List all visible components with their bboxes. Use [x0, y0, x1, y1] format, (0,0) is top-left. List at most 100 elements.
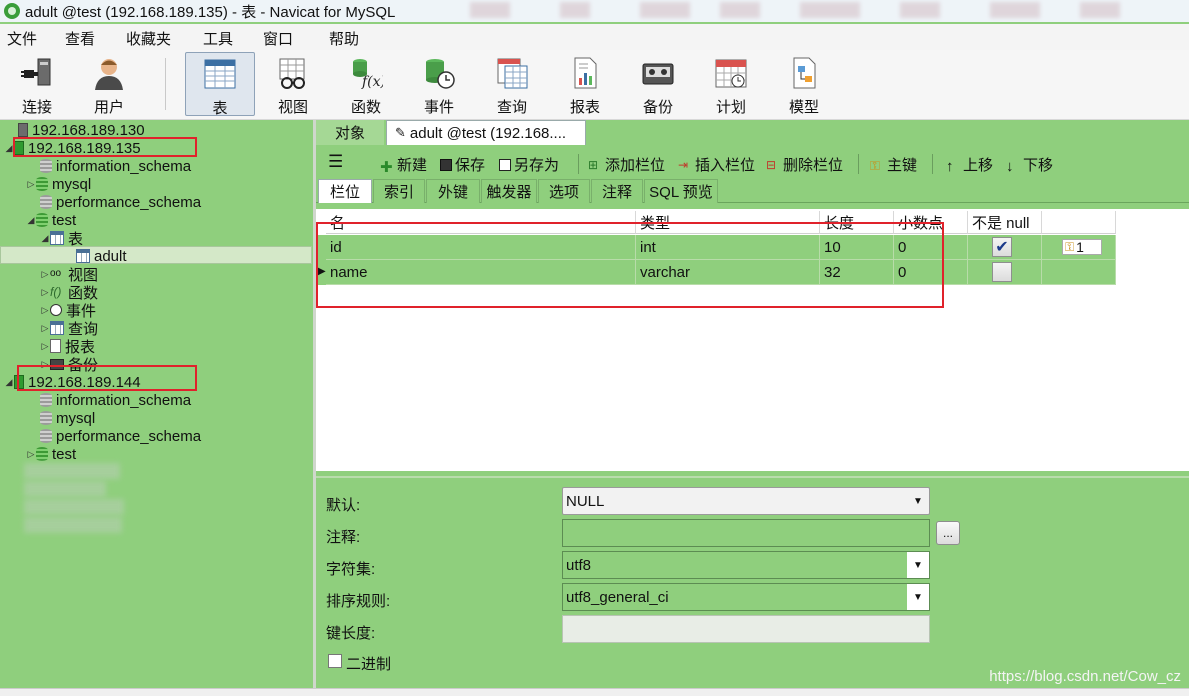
annotation-highlight [13, 137, 197, 157]
tab-comment[interactable]: 注释 [591, 179, 643, 203]
tab-foreign-keys[interactable]: 外键 [426, 179, 480, 203]
user-button[interactable]: 用户 [74, 52, 144, 116]
tree-queries-node[interactable]: ▷ 查询 [40, 319, 98, 338]
tree-db-mysql[interactable]: mysql [30, 409, 95, 427]
database-icon [40, 429, 52, 443]
expanded-arrow-icon[interactable]: ◢ [26, 215, 36, 226]
query-icon [494, 56, 530, 90]
collapsed-arrow-icon[interactable]: ▷ [40, 323, 50, 334]
default-value: NULL [566, 492, 605, 510]
clock-icon [50, 304, 62, 316]
charset-label: 字符集: [326, 561, 376, 578]
menu-help[interactable]: 帮助 [329, 28, 359, 49]
blurred-region [990, 2, 1040, 18]
tree-db-test[interactable]: ▷ test [26, 445, 77, 463]
tree-db-test[interactable]: ◢ test [26, 211, 77, 229]
comment-edit-button[interactable]: ... [936, 521, 960, 545]
tab-table-designer[interactable]: ✎ adult @test (192.168.... [386, 120, 586, 145]
add-field-button[interactable]: ⊞ 添加栏位 [588, 154, 665, 175]
report-button[interactable]: 报表 [550, 52, 620, 116]
tab-indexes[interactable]: 索引 [373, 179, 425, 203]
binary-checkbox[interactable] [328, 654, 342, 668]
expanded-arrow-icon[interactable]: ◢ [4, 377, 14, 388]
default-select[interactable]: NULL ▼ [562, 487, 930, 515]
menu-hamburger-icon[interactable]: ☰ [328, 152, 343, 172]
connect-button[interactable]: 连接 [2, 52, 72, 116]
tree-events-node[interactable]: ▷ 事件 [40, 301, 96, 320]
tab-objects[interactable]: 对象 [316, 120, 384, 145]
query-button[interactable]: 查询 [477, 52, 547, 116]
collation-label: 排序规则: [326, 593, 391, 610]
tree-views-node[interactable]: ▷ oo 视图 [40, 265, 98, 284]
schedule-button[interactable]: 计划 [696, 52, 766, 116]
tree-tables-node[interactable]: ◢ 表 [40, 229, 83, 248]
collapsed-arrow-icon[interactable]: ▷ [26, 449, 36, 460]
not-null-checkbox[interactable] [992, 262, 1012, 282]
save-as-button[interactable]: 另存为 [499, 154, 559, 175]
expanded-arrow-icon[interactable]: ◢ [40, 233, 50, 244]
tab-sql-preview[interactable]: SQL 预览 [644, 179, 718, 203]
collapsed-arrow-icon[interactable]: ▷ [40, 305, 50, 316]
charset-select[interactable]: utf8 ▼ [562, 551, 930, 579]
move-up-button[interactable]: ↑ 上移 [946, 154, 993, 175]
query-icon [50, 321, 64, 335]
tree-reports-node[interactable]: ▷ 报表 [40, 337, 95, 356]
tree-db-mysql[interactable]: ▷ mysql [26, 175, 92, 193]
tab-options[interactable]: 选项 [538, 179, 590, 203]
user-icon [91, 56, 127, 90]
column-header-not-null[interactable]: 不是 null [968, 211, 1042, 234]
field-key-cell[interactable] [1042, 260, 1116, 285]
move-down-button[interactable]: ↓ 下移 [1006, 154, 1053, 175]
binary-label: 二进制 [346, 656, 392, 673]
tab-label: 对象 [334, 125, 365, 142]
model-button[interactable]: 模型 [769, 52, 839, 116]
menu-window[interactable]: 窗口 [263, 28, 293, 49]
menu-favorites[interactable]: 收藏夹 [126, 28, 171, 49]
report-icon [567, 56, 603, 90]
menu-view[interactable]: 查看 [65, 28, 95, 49]
tree-db-performance-schema[interactable]: performance_schema [30, 427, 201, 445]
save-button[interactable]: 保存 [440, 154, 485, 175]
tree-db-performance-schema[interactable]: performance_schema [30, 193, 201, 211]
insert-field-button[interactable]: ⇥ 插入栏位 [678, 154, 755, 175]
delete-field-icon: ⊟ [766, 157, 777, 172]
comment-field[interactable] [562, 519, 930, 547]
collapsed-arrow-icon[interactable]: ▷ [26, 179, 36, 190]
database-icon [36, 177, 48, 191]
blurred-tree-item [24, 463, 120, 479]
collation-select[interactable]: utf8_general_ci ▼ [562, 583, 930, 611]
tree-functions-node[interactable]: ▷ f() 函数 [40, 283, 98, 302]
tree-db-information-schema[interactable]: information_schema [30, 391, 191, 409]
menu-file[interactable]: 文件 [7, 28, 37, 49]
column-header-key[interactable] [1042, 211, 1116, 234]
collapsed-arrow-icon[interactable]: ▷ [40, 341, 50, 352]
menu-tools[interactable]: 工具 [203, 28, 233, 49]
function-label: 函数 [350, 99, 381, 116]
collapsed-arrow-icon[interactable]: ▷ [40, 269, 50, 280]
table-button[interactable]: 表 [185, 52, 255, 117]
menu-bar: 文件 查看 收藏夹 工具 窗口 帮助 [0, 24, 1189, 50]
tab-fields[interactable]: 栏位 [318, 179, 372, 203]
blurred-region [1080, 2, 1120, 18]
main-toolbar: 连接 用户 表 视图 f(x) 函数 事件 查询 [0, 50, 1189, 120]
connect-label: 连接 [21, 99, 52, 116]
event-button[interactable]: 事件 [404, 52, 474, 116]
tree-table-adult[interactable]: adult [66, 247, 127, 265]
function-icon: f() [50, 285, 62, 299]
delete-field-button[interactable]: ⊟ 删除栏位 [766, 154, 843, 175]
add-field-icon: ⊞ [588, 157, 599, 172]
view-button[interactable]: 视图 [258, 52, 328, 116]
primary-key-button[interactable]: ⚿ 主键 [870, 154, 917, 175]
blurred-region [470, 2, 510, 18]
tab-label: adult @test (192.168.... [409, 124, 567, 142]
tree-label: information_schema [56, 157, 192, 175]
backup-label: 备份 [642, 99, 673, 116]
tab-triggers[interactable]: 触发器 [481, 179, 537, 203]
tree-db-information-schema[interactable]: information_schema [30, 157, 191, 175]
new-button[interactable]: ✚ 新建 [380, 154, 427, 176]
function-button[interactable]: f(x) 函数 [331, 52, 401, 116]
backup-button[interactable]: 备份 [623, 52, 693, 116]
delete-field-label: 删除栏位 [783, 157, 844, 174]
collapsed-arrow-icon[interactable]: ▷ [40, 287, 50, 298]
not-null-checkbox[interactable]: ✔ [992, 237, 1012, 257]
